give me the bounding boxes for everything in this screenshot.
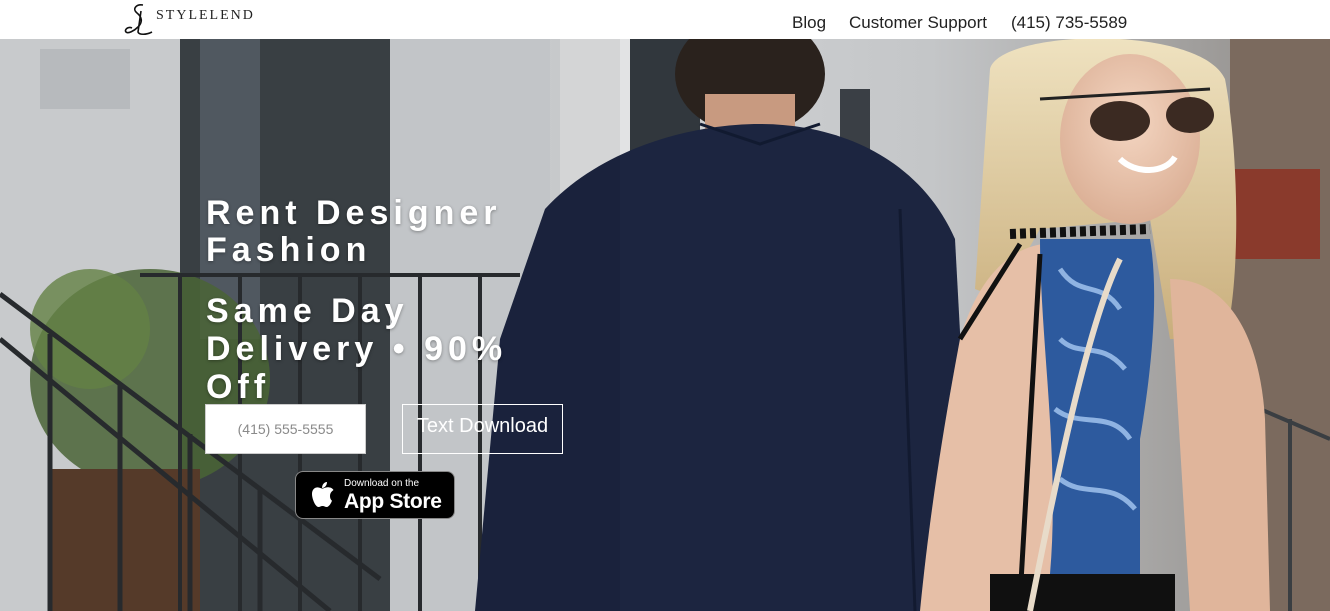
apple-logo-icon [312,482,334,507]
app-store-badge[interactable]: Download on the App Store [295,471,455,519]
logo-text: STYLELEND [156,8,255,23]
hero-headline: Rent Designer Fashion [206,194,502,269]
hero-section: Rent Designer Fashion Same Day Delivery … [0,39,1330,611]
site-header: STYLELEND Blog Customer Support (415) 73… [0,0,1330,39]
phone-number-input[interactable] [205,404,366,454]
logo[interactable]: STYLELEND [122,2,255,38]
text-download-button[interactable]: Text Download [402,404,563,454]
app-store-small-label: Download on the [344,477,420,489]
nav-blog-link[interactable]: Blog [792,13,826,33]
nav-phone-link[interactable]: (415) 735-5589 [1011,13,1127,33]
nav-customer-support-link[interactable]: Customer Support [849,13,987,33]
hero-subheadline: Same Day Delivery • 90% Off [206,292,508,406]
app-store-big-label: App Store [344,489,442,513]
stylelend-logo-icon [124,4,153,36]
top-nav: Blog Customer Support (415) 735-5589 [792,13,1127,33]
app-store-text: Download on the App Store [344,478,442,513]
hero-background-photo [0,39,1330,611]
